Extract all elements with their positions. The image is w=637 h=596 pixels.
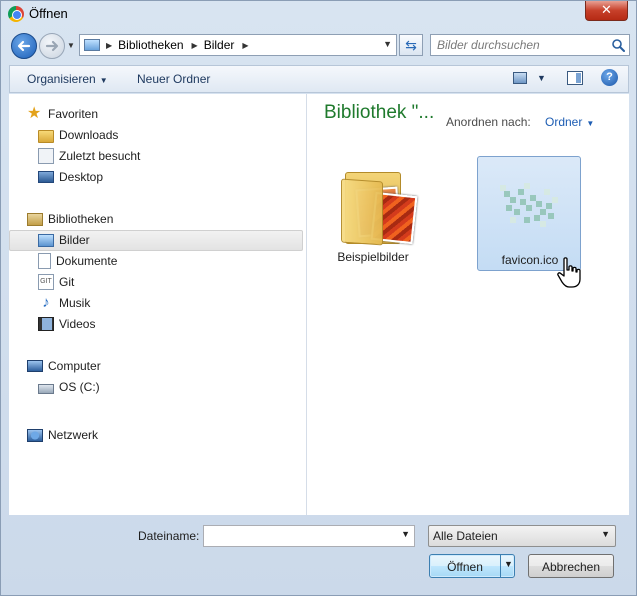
chevron-right-icon[interactable]: ▶ bbox=[192, 41, 198, 50]
open-button[interactable]: Öffnen ▼ bbox=[429, 554, 515, 578]
library-title: Bibliothek "... bbox=[324, 102, 435, 123]
drive-icon bbox=[38, 384, 54, 394]
chevron-down-icon: ▼ bbox=[601, 529, 610, 539]
chrome-app-icon bbox=[8, 6, 24, 22]
sidebar-item-favorites[interactable]: ★ Favoriten bbox=[27, 104, 98, 124]
help-icon[interactable]: ? bbox=[601, 69, 618, 86]
file-item-favicon[interactable]: favicon.ico bbox=[477, 156, 581, 271]
arrow-right-icon bbox=[45, 40, 59, 52]
chevron-down-icon: ▼ bbox=[99, 76, 108, 85]
network-icon bbox=[27, 428, 43, 442]
search-icon[interactable] bbox=[611, 38, 625, 52]
search-box[interactable] bbox=[430, 34, 630, 56]
close-button[interactable]: ✕ bbox=[585, 1, 628, 21]
sidebar-item-recent[interactable]: Zuletzt besucht bbox=[38, 146, 140, 166]
window-title: Öffnen bbox=[29, 6, 68, 21]
videos-icon bbox=[38, 317, 54, 331]
title-bar[interactable]: Öffnen ✕ bbox=[1, 1, 636, 27]
navigation-pane[interactable]: ★ Favoriten Downloads Zuletzt besucht De… bbox=[9, 94, 306, 515]
sidebar-item-documents[interactable]: Dokumente bbox=[38, 251, 117, 271]
recent-places-icon bbox=[38, 148, 54, 164]
refresh-button[interactable]: ⇆ bbox=[399, 34, 423, 56]
chevron-down-icon: ▼ bbox=[586, 119, 595, 128]
sidebar-item-computer[interactable]: Computer bbox=[27, 356, 101, 376]
sidebar-item-downloads[interactable]: Downloads bbox=[38, 125, 118, 145]
arrange-by-label: Anordnen nach: bbox=[446, 115, 531, 129]
arrange-by-dropdown[interactable]: Ordner ▼ bbox=[545, 115, 594, 129]
address-dropdown-icon[interactable]: ▼ bbox=[383, 39, 392, 49]
sidebar-item-desktop[interactable]: Desktop bbox=[38, 167, 103, 187]
file-item-name: Beispielbilder bbox=[337, 250, 409, 264]
sidebar-item-git[interactable]: GIT Git bbox=[38, 272, 74, 292]
file-list-pane[interactable]: Bibliothek "... Anordnen nach: Ordner ▼ B… bbox=[307, 94, 629, 515]
new-folder-button[interactable]: Neuer Ordner bbox=[137, 72, 210, 86]
filename-combobox[interactable]: ▼ bbox=[203, 525, 415, 547]
libraries-icon bbox=[27, 212, 43, 226]
pictures-library-icon bbox=[38, 233, 54, 247]
sidebar-item-network[interactable]: Netzwerk bbox=[27, 425, 98, 445]
hand-cursor-icon bbox=[557, 257, 581, 288]
forward-button[interactable] bbox=[39, 33, 65, 59]
cancel-button[interactable]: Abbrechen bbox=[528, 554, 614, 578]
chevron-right-icon[interactable]: ▶ bbox=[242, 41, 248, 50]
breadcrumb-pictures[interactable]: Bilder bbox=[204, 38, 235, 52]
filename-input[interactable] bbox=[207, 528, 387, 544]
sidebar-item-music[interactable]: ♪ Musik bbox=[38, 293, 90, 313]
desktop-icon bbox=[38, 171, 54, 183]
view-options-dropdown[interactable]: ▼ bbox=[537, 73, 546, 83]
file-item-folder[interactable]: Beispielbilder bbox=[321, 154, 425, 269]
star-icon: ★ bbox=[27, 105, 42, 122]
arrow-left-icon bbox=[17, 40, 31, 52]
chevron-right-icon[interactable]: ▶ bbox=[106, 41, 112, 50]
folder-icon bbox=[333, 162, 418, 246]
library-icon bbox=[84, 39, 100, 51]
breadcrumb-libraries[interactable]: Bibliotheken bbox=[118, 38, 183, 52]
sidebar-item-drive-c[interactable]: OS (C:) bbox=[38, 377, 100, 397]
preview-pane-icon[interactable] bbox=[567, 71, 583, 85]
sidebar-item-libraries[interactable]: Bibliotheken bbox=[27, 209, 113, 229]
music-icon: ♪ bbox=[42, 294, 50, 311]
organise-button[interactable]: Organisieren ▼ bbox=[27, 72, 108, 86]
refresh-icon: ⇆ bbox=[405, 37, 417, 53]
back-button[interactable] bbox=[11, 33, 37, 59]
open-file-dialog: Öffnen ✕ ▼ ▶ Bibliotheken ▶ Bilder ▶ ▼ ⇆… bbox=[0, 0, 637, 596]
sidebar-item-pictures[interactable]: Bilder bbox=[38, 230, 90, 250]
recent-pages-dropdown[interactable]: ▼ bbox=[67, 41, 77, 51]
computer-icon bbox=[27, 360, 43, 372]
sidebar-item-videos[interactable]: Videos bbox=[38, 314, 95, 334]
image-file-icon bbox=[490, 165, 570, 245]
change-view-icon[interactable] bbox=[513, 72, 527, 84]
file-type-filter[interactable]: Alle Dateien ▼ bbox=[428, 525, 616, 547]
documents-icon bbox=[38, 253, 51, 269]
favicon-thumbnail bbox=[500, 183, 558, 227]
filename-label: Dateiname: bbox=[138, 529, 200, 543]
search-input[interactable] bbox=[437, 37, 607, 53]
address-bar[interactable]: ▶ Bibliotheken ▶ Bilder ▶ ▼ bbox=[79, 34, 397, 56]
command-bar: Organisieren ▼ Neuer Ordner ▼ ? bbox=[9, 65, 629, 93]
open-options-dropdown-icon[interactable]: ▼ bbox=[504, 559, 513, 569]
git-icon: GIT bbox=[38, 274, 54, 290]
downloads-folder-icon bbox=[38, 129, 54, 143]
chevron-down-icon[interactable]: ▼ bbox=[401, 529, 410, 539]
